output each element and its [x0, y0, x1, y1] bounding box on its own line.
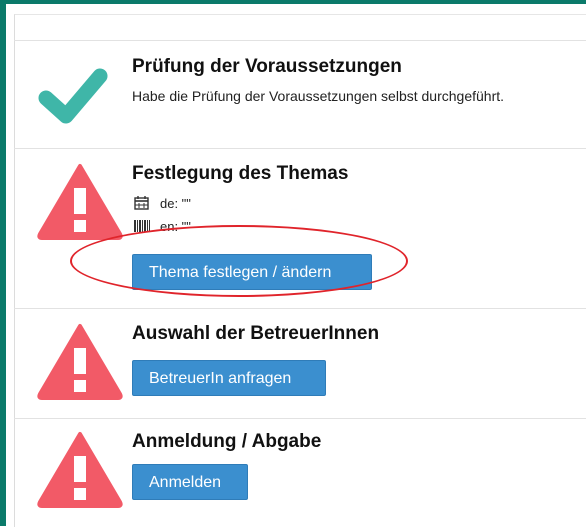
request-supervisor-button[interactable]: BetreuerIn anfragen [132, 360, 326, 396]
topic-en-text: en: "" [160, 219, 191, 234]
check-icon [38, 68, 108, 124]
register-button[interactable]: Anmelden [132, 464, 248, 500]
step-title: Anmeldung / Abgabe [132, 431, 322, 452]
step-title: Festlegung des Themas [132, 163, 349, 184]
topic-de-text: de: "" [160, 196, 191, 211]
step-title: Prüfung der Voraussetzungen [132, 56, 402, 77]
set-topic-button[interactable]: Thema festlegen / ändern [132, 254, 372, 290]
step-description: Habe die Prüfung der Voraussetzungen sel… [132, 88, 505, 104]
separator [14, 40, 586, 41]
topic-en: en: "" [134, 219, 191, 234]
barcode-icon [134, 220, 150, 232]
warning-icon [37, 432, 123, 508]
separator [14, 148, 586, 149]
separator [14, 418, 586, 419]
warning-icon [37, 324, 123, 400]
separator [14, 308, 586, 309]
step-title: Auswahl der BetreuerInnen [132, 323, 380, 344]
warning-icon [37, 164, 123, 240]
calendar-icon [134, 196, 149, 210]
topic-de: de: "" [134, 196, 191, 211]
